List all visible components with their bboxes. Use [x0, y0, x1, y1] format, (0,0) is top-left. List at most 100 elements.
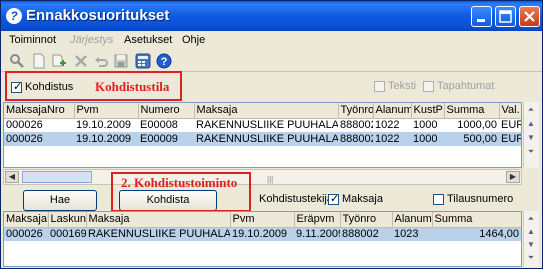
menu-asetukset[interactable]: Asetukset: [124, 34, 172, 46]
cell: 19.10.2009: [230, 227, 294, 241]
kohdistustekija-label: Kohdistustekijä:: [259, 193, 337, 205]
col-header[interactable]: Alanum: [392, 212, 433, 228]
advance-payments-table: MaksajaNro Pvm Numero Maksaja Työnro Ala…: [4, 103, 521, 146]
last-record-icon[interactable]: ⏷: [525, 146, 537, 157]
table-row[interactable]: 000026 19.10.2009 E00008 RAKENNUSLIIKE P…: [4, 118, 521, 132]
advance-payments-grid: MaksajaNro Pvm Numero Maksaja Työnro Ala…: [3, 102, 522, 168]
annotation-box-1: [5, 71, 182, 101]
cell: 1000,00: [457, 119, 497, 132]
cell: RAKENNUSLIIKE PUUHALA: [196, 119, 338, 132]
toolbar: ?: [1, 50, 542, 72]
tapahtumat-checkbox[interactable]: [423, 81, 434, 92]
cell: 500,00: [444, 132, 499, 146]
cell: RAKENNUSLIIKE PUUHALA: [194, 132, 338, 146]
close-icon: [524, 11, 535, 22]
menu-ohje[interactable]: Ohje: [182, 34, 205, 46]
col-header[interactable]: Maksaja: [194, 103, 339, 119]
col-header[interactable]: Eräpvm: [294, 212, 341, 228]
title-bar[interactable]: ? Ennakkosuoritukset: [1, 1, 542, 31]
tapahtumat-label: Tapahtumat: [437, 80, 495, 92]
col-header[interactable]: Työnro: [340, 212, 393, 228]
tilausnumero-checkbox[interactable]: [433, 194, 444, 205]
tilausnumero-label: Tilausnumero: [447, 193, 514, 205]
cell: 19.10.2009: [76, 119, 132, 132]
col-header[interactable]: Summa: [432, 212, 521, 228]
cell: RAKENNUSLIIKE PUUHALA: [86, 227, 230, 241]
col-header[interactable]: Numero: [138, 103, 195, 119]
splitter-grip-icon[interactable]: |||: [267, 175, 273, 184]
cell: 9.11.2009: [294, 227, 340, 241]
top-grid-nav: ⏶ ▲ ▼ ⏷: [523, 102, 539, 168]
col-header[interactable]: Pvm: [230, 212, 295, 228]
add-icon[interactable]: [51, 53, 67, 69]
menu-toiminnot[interactable]: Toiminnot: [9, 34, 56, 46]
bottom-grid-nav: ⏶ ▲ ▼ ⏷: [523, 211, 539, 267]
save-icon[interactable]: [113, 53, 129, 69]
annotation-kohdistustoiminto: 2. Kohdistustoiminto: [121, 175, 238, 190]
cell: 000026: [4, 227, 48, 241]
prev-record-icon[interactable]: ▲: [525, 226, 537, 237]
app-icon: ?: [6, 8, 22, 24]
col-header[interactable]: Alanum: [373, 103, 412, 119]
col-header[interactable]: Maksaja: [86, 212, 231, 228]
calculator-icon[interactable]: [135, 53, 151, 69]
col-header[interactable]: MaksajaNro: [4, 212, 49, 228]
maksaja-checkbox-label: Maksaja: [342, 193, 383, 205]
teksti-checkbox[interactable]: [374, 81, 385, 92]
scroll-right-icon[interactable]: ▶: [506, 171, 520, 183]
col-header[interactable]: KustP: [411, 103, 445, 119]
cell: 1000: [411, 132, 444, 146]
col-header[interactable]: Työnro: [338, 103, 374, 119]
horizontal-scrollbar[interactable]: ◀ ▶: [3, 169, 522, 185]
main-window: ? Ennakkosuoritukset Toiminnot Järjestys…: [0, 0, 543, 269]
cell: 1022: [375, 119, 400, 132]
cell: 888002: [338, 132, 373, 146]
close-button[interactable]: [519, 6, 540, 27]
search-icon[interactable]: [9, 53, 25, 69]
svg-text:?: ?: [161, 56, 168, 68]
first-record-icon[interactable]: ⏶: [525, 104, 537, 115]
cell: EUR: [501, 119, 521, 132]
cell: E00009: [138, 132, 194, 146]
invoices-grid: MaksajaNro Laskun Maksaja Pvm Eräpvm Työ…: [3, 211, 522, 267]
cell: 1022: [373, 132, 411, 146]
cell: E00008: [140, 119, 178, 132]
window-title: Ennakkosuoritukset: [26, 7, 170, 24]
menu-jarjestys[interactable]: Järjestys: [70, 34, 113, 46]
minimize-button[interactable]: [471, 6, 492, 27]
cell: 1464,00: [432, 227, 521, 241]
minimize-icon: [477, 19, 485, 22]
cell: 888002: [340, 119, 373, 132]
next-record-icon[interactable]: ▼: [525, 239, 537, 250]
invoices-table: MaksajaNro Laskun Maksaja Pvm Eräpvm Työ…: [4, 212, 521, 241]
col-header[interactable]: Summa: [444, 103, 500, 119]
next-record-icon[interactable]: ▼: [525, 132, 537, 143]
hae-button[interactable]: Hae: [23, 190, 97, 211]
table-row-selected[interactable]: 000026 19.10.2009 E00009 RAKENNUSLIIKE P…: [4, 132, 521, 146]
col-header[interactable]: Laskun: [48, 212, 87, 228]
scroll-left-icon[interactable]: ◀: [5, 171, 19, 183]
help-icon[interactable]: ?: [156, 53, 172, 69]
maximize-button[interactable]: [495, 6, 516, 27]
maksaja-checkbox[interactable]: ✓: [328, 193, 339, 205]
first-record-icon[interactable]: ⏶: [525, 213, 537, 224]
maximize-icon: [499, 10, 512, 23]
cell: 888002: [340, 227, 392, 241]
cell: 1023: [392, 227, 432, 241]
col-header[interactable]: Pvm: [74, 103, 139, 119]
cell: 000169: [48, 227, 86, 241]
menu-bar: Toiminnot Järjestys Asetukset Ohje: [1, 32, 542, 50]
cell: 000026: [4, 132, 74, 146]
table-row-selected[interactable]: 000026 000169 RAKENNUSLIIKE PUUHALA 19.1…: [4, 227, 521, 241]
last-record-icon[interactable]: ⏷: [525, 252, 537, 263]
cell: EUR: [499, 132, 521, 146]
delete-icon[interactable]: [73, 53, 89, 69]
prev-record-icon[interactable]: ▲: [525, 118, 537, 129]
undo-icon[interactable]: [93, 53, 109, 69]
new-document-icon[interactable]: [31, 53, 47, 69]
scroll-thumb[interactable]: [22, 171, 92, 183]
col-header[interactable]: Val.: [499, 103, 521, 119]
header-row: MaksajaNro Laskun Maksaja Pvm Eräpvm Työ…: [4, 212, 521, 228]
cell: 19.10.2009: [74, 132, 138, 146]
col-header[interactable]: MaksajaNro: [4, 103, 75, 119]
